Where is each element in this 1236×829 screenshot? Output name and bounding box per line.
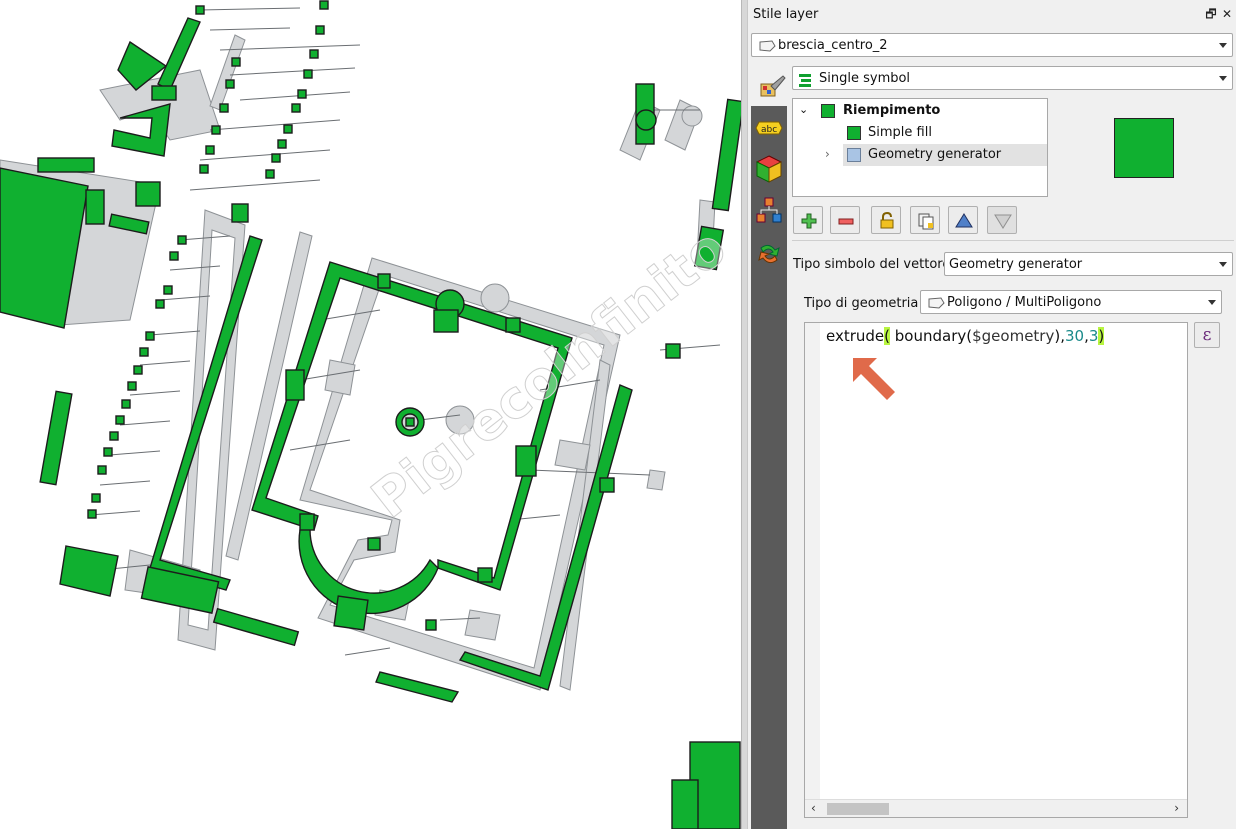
editor-gutter [805, 323, 820, 817]
expr-close-paren: ) [1098, 327, 1105, 345]
expression-builder-button[interactable]: ε [1194, 322, 1220, 348]
remove-layer-icon [838, 218, 854, 225]
divider [792, 240, 1234, 241]
close-icon[interactable]: ✕ [1220, 5, 1234, 23]
geometry-type-label: Tipo di geometria [804, 296, 919, 311]
history-tab-icon[interactable] [755, 240, 783, 268]
chevron-down-icon [1208, 300, 1216, 305]
labels-tab-icon[interactable]: abc [755, 116, 783, 144]
expr-inner: boundary( [890, 327, 973, 345]
geometry-type-value: Poligono / MultiPoligono [947, 295, 1102, 310]
symbol-layer-tree[interactable]: ⌄ Riempimento Simple fill Geometry gener… [792, 98, 1048, 197]
float-icon[interactable]: 🗗 [1204, 5, 1218, 23]
paintbrush-icon[interactable] [757, 72, 787, 102]
chevron-down-icon [1219, 76, 1227, 81]
lock-layer-button[interactable] [871, 206, 901, 234]
polygon-layer-icon [758, 40, 776, 56]
renderer-select[interactable]: Single symbol [792, 66, 1233, 90]
expr-func: extrude [826, 327, 885, 345]
styling-sidebar: abc [751, 106, 787, 829]
scroll-thumb[interactable] [827, 803, 889, 815]
move-down-button[interactable] [987, 206, 1017, 234]
polygon-icon [927, 297, 945, 313]
remove-layer-button[interactable] [830, 206, 860, 234]
chevron-down-icon[interactable]: ⌄ [799, 103, 808, 116]
expression-code[interactable]: extrude( boundary($geometry),30,3) [826, 327, 1105, 345]
geometry-generator-swatch-icon [847, 148, 861, 162]
move-down-icon [994, 214, 1012, 229]
panel-title: Stile layer [753, 7, 819, 22]
tree-item-geometry-generator[interactable]: Geometry generator [843, 144, 1047, 166]
renderer-select-value: Single symbol [819, 71, 911, 86]
lock-layer-icon [880, 212, 894, 229]
move-up-icon [955, 213, 973, 228]
map-canvas[interactable]: PigrecoInfinito [0, 0, 741, 829]
chevron-right-icon[interactable]: › [825, 147, 830, 161]
annotation-arrow-icon [851, 356, 899, 408]
chevron-down-icon [1219, 43, 1227, 48]
symbol-layer-type-label: Tipo simbolo del vettore [793, 257, 951, 272]
tree-item-label: Simple fill [868, 125, 932, 140]
symbol-layer-type-select[interactable]: Geometry generator [944, 252, 1233, 276]
symbol-preview [1114, 118, 1174, 178]
expr-num2: 3 [1088, 327, 1099, 345]
duplicate-layer-icon [918, 213, 934, 230]
layer-select[interactable]: brescia_centro_2 [751, 33, 1233, 57]
chevron-down-icon [1219, 262, 1227, 267]
tree-item-riempimento[interactable]: ⌄ Riempimento [793, 100, 1047, 122]
fill-swatch-icon [821, 104, 835, 118]
duplicate-layer-button[interactable] [910, 206, 940, 234]
single-symbol-icon [799, 73, 813, 91]
labels-tab-text: abc [761, 125, 777, 135]
expr-close-inner: ), [1054, 327, 1065, 345]
layer-styling-panel: Stile layer 🗗 ✕ brescia_centro_2 Single … [747, 0, 1236, 829]
3d-view-tab-icon[interactable] [755, 154, 783, 183]
fill-swatch-icon [847, 126, 861, 140]
expr-num1: 30 [1064, 327, 1085, 345]
tree-item-simple-fill[interactable]: Simple fill [793, 122, 1047, 144]
diagrams-tab-icon[interactable] [755, 196, 783, 224]
scroll-left-icon[interactable]: ‹ [811, 801, 816, 815]
scroll-right-icon[interactable]: › [1174, 801, 1179, 815]
horizontal-scrollbar[interactable]: ‹ › [805, 799, 1187, 817]
tree-item-label: Geometry generator [868, 147, 1002, 162]
layer-select-value: brescia_centro_2 [778, 38, 888, 53]
panel-titlebar: Stile layer 🗗 ✕ [748, 0, 1236, 30]
expr-var: $geometry [972, 327, 1055, 345]
geometry-type-select[interactable]: Poligono / MultiPoligono [920, 290, 1222, 314]
add-layer-button[interactable] [793, 206, 823, 234]
move-up-button[interactable] [948, 206, 978, 234]
expression-icon: ε [1202, 325, 1212, 345]
tree-item-label: Riempimento [843, 103, 941, 118]
map-features: PigrecoInfinito [0, 0, 741, 829]
add-layer-icon [801, 213, 817, 229]
symbol-layer-type-value: Geometry generator [949, 257, 1083, 272]
